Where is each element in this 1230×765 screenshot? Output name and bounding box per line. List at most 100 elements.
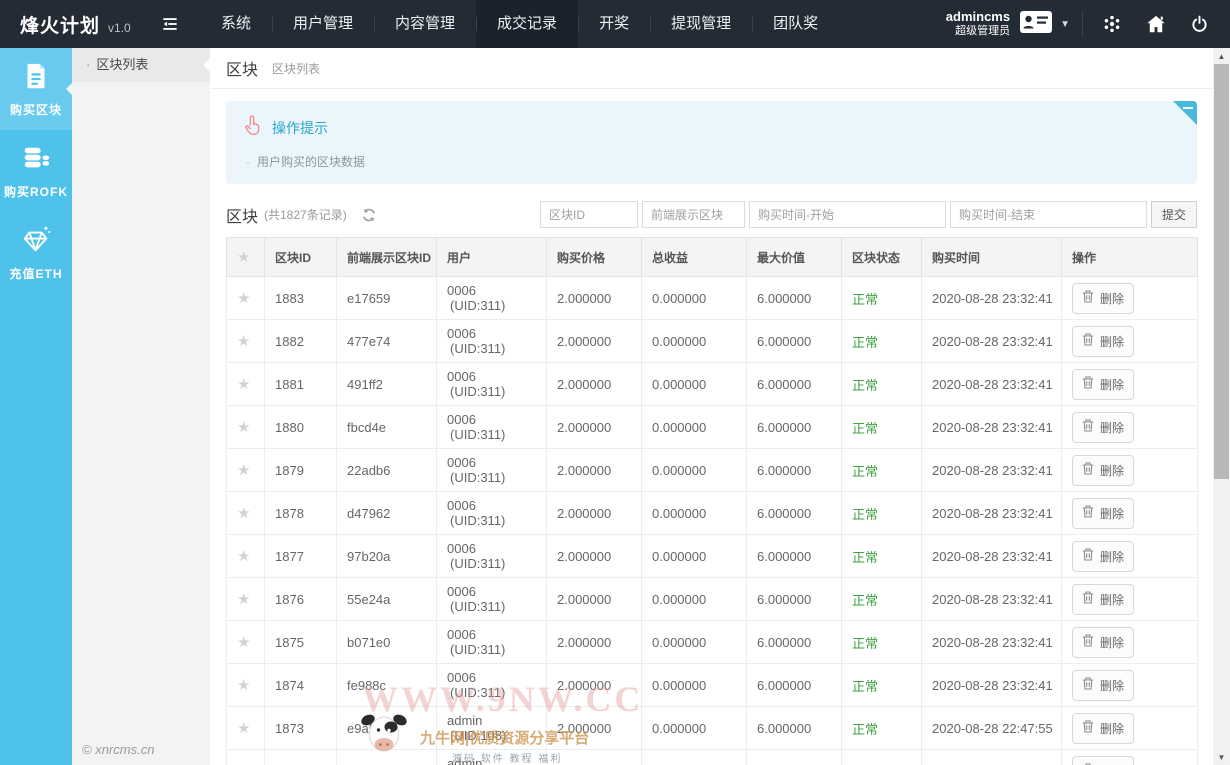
- cell-front-id: b071e0: [337, 621, 437, 664]
- menu-item[interactable]: 团队奖: [752, 0, 839, 48]
- delete-button[interactable]: 删除: [1072, 713, 1134, 744]
- delete-button[interactable]: 删除: [1072, 756, 1134, 765]
- sidebar-item-buy-rofk[interactable]: 购买ROFK: [0, 130, 72, 212]
- scroll-up-arrow[interactable]: ▲: [1213, 48, 1230, 64]
- favorite-star-icon[interactable]: ★: [237, 290, 250, 307]
- cell-uid: (UID:311): [447, 642, 536, 657]
- refresh-icon[interactable]: [361, 207, 377, 223]
- status-badge: 正常: [852, 378, 878, 393]
- cell-max-value: 6.000000: [747, 277, 842, 320]
- vertical-scrollbar[interactable]: ▲ ▼: [1213, 48, 1230, 765]
- cell-price: 2.000000: [547, 750, 642, 765]
- cell-block-id: 1878: [265, 492, 337, 535]
- scrollbar-thumb[interactable]: [1214, 64, 1229, 479]
- cell-price: 2.000000: [547, 664, 642, 707]
- menu-item[interactable]: 提现管理: [650, 0, 752, 48]
- delete-button[interactable]: 删除: [1072, 498, 1134, 529]
- collapse-menu-icon[interactable]: [160, 14, 180, 34]
- main-menu: 系统用户管理内容管理成交记录开奖提现管理团队奖: [200, 0, 839, 48]
- favorite-star-icon[interactable]: ★: [237, 376, 250, 393]
- favorite-star-icon[interactable]: ★: [237, 634, 250, 651]
- cell-income: 0.000000: [642, 363, 747, 406]
- breadcrumb-sub: 区块列表: [272, 60, 320, 77]
- submit-button[interactable]: 提交: [1151, 201, 1197, 228]
- cell-user: 0006: [447, 584, 536, 599]
- clear-cache-icon[interactable]: [1101, 13, 1123, 35]
- user-dropdown[interactable]: admincms 超级管理员 ▼: [946, 9, 1082, 40]
- cell-front-id: 34e53a: [337, 750, 437, 765]
- delete-button[interactable]: 删除: [1072, 584, 1134, 615]
- block-id-input[interactable]: [540, 201, 638, 228]
- menu-item[interactable]: 内容管理: [374, 0, 476, 48]
- cell-block-id: 1881: [265, 363, 337, 406]
- cell-income: 0.000000: [642, 492, 747, 535]
- sidebar-item-buy-block[interactable]: 购买区块: [0, 48, 72, 130]
- favorite-star-icon[interactable]: ★: [237, 677, 250, 694]
- collapse-corner-button[interactable]: [1173, 101, 1197, 125]
- cell-time: 2020-08-28 23:32:41: [922, 492, 1062, 535]
- status-badge: 正常: [852, 550, 878, 565]
- delete-button[interactable]: 删除: [1072, 412, 1134, 443]
- submenu-item-label: 区块列表: [96, 57, 148, 72]
- favorite-star-icon[interactable]: ★: [237, 419, 250, 436]
- submenu-item-block-list[interactable]: ·区块列表: [72, 48, 210, 82]
- menu-item[interactable]: 成交记录: [476, 0, 578, 48]
- cell-user: 0006: [447, 498, 536, 513]
- favorite-star-icon[interactable]: ★: [237, 720, 250, 737]
- cell-time: 2020-08-28 22:47:55: [922, 707, 1062, 750]
- cell-price: 2.000000: [547, 406, 642, 449]
- delete-button[interactable]: 删除: [1072, 627, 1134, 658]
- home-icon[interactable]: [1145, 13, 1167, 35]
- menu-item[interactable]: 开奖: [578, 0, 650, 48]
- time-end-input[interactable]: [950, 201, 1147, 228]
- favorite-star-icon[interactable]: ★: [237, 333, 250, 350]
- delete-button[interactable]: 删除: [1072, 541, 1134, 572]
- cell-block-id: 1872: [265, 750, 337, 765]
- delete-button[interactable]: 删除: [1072, 369, 1134, 400]
- trash-icon: [1082, 634, 1094, 650]
- favorite-star-icon[interactable]: ★: [237, 591, 250, 608]
- sidebar-item-recharge-eth[interactable]: 充值ETH: [0, 212, 72, 294]
- cell-max-value: 6.000000: [747, 664, 842, 707]
- star-header: ★: [227, 238, 265, 277]
- delete-button[interactable]: 删除: [1072, 670, 1134, 701]
- logout-power-icon[interactable]: [1189, 14, 1210, 35]
- section-title: 区块: [226, 203, 258, 227]
- database-icon: [21, 160, 51, 177]
- column-header: 操作: [1062, 238, 1198, 277]
- cell-income: 0.000000: [642, 535, 747, 578]
- secondary-sidebar: ·区块列表 © xnrcms.cn: [72, 48, 210, 765]
- scroll-down-arrow[interactable]: ▼: [1213, 749, 1230, 765]
- status-badge: 正常: [852, 464, 878, 479]
- user-name: admincms: [946, 9, 1010, 25]
- cell-income: 0.000000: [642, 320, 747, 363]
- favorite-star-icon[interactable]: ★: [237, 462, 250, 479]
- delete-button[interactable]: 删除: [1072, 455, 1134, 486]
- diamond-icon: [21, 242, 51, 259]
- column-header: 前端展示区块ID: [337, 238, 437, 277]
- delete-button[interactable]: 删除: [1072, 326, 1134, 357]
- cell-time: 2020-08-28 23:32:41: [922, 406, 1062, 449]
- cell-time: 2020-08-28 23:32:41: [922, 449, 1062, 492]
- table-row: ★ 1872 34e53a admin (UID:108) 2.000000 0…: [227, 750, 1198, 765]
- tip-line: ·用户购买的区块数据: [242, 153, 1181, 170]
- cell-income: 0.000000: [642, 277, 747, 320]
- favorite-star-icon[interactable]: ★: [237, 505, 250, 522]
- front-id-input[interactable]: [642, 201, 745, 228]
- menu-item[interactable]: 用户管理: [272, 0, 374, 48]
- cell-user: 0006: [447, 283, 536, 298]
- cell-front-id: d47962: [337, 492, 437, 535]
- time-start-input[interactable]: [749, 201, 946, 228]
- cell-front-id: 55e24a: [337, 578, 437, 621]
- cell-block-id: 1883: [265, 277, 337, 320]
- delete-button[interactable]: 删除: [1072, 283, 1134, 314]
- cell-time: 2020-08-28 22:47:55: [922, 750, 1062, 765]
- primary-sidebar: 购买区块 购买ROFK 充值ETH: [0, 48, 72, 765]
- cell-uid: (UID:311): [447, 341, 536, 356]
- table-row: ★ 1876 55e24a 0006 (UID:311) 2.000000 0.…: [227, 578, 1198, 621]
- cell-user: 0006: [447, 670, 536, 685]
- app-logo: 烽火计划 v1.0: [0, 11, 150, 38]
- favorite-star-icon[interactable]: ★: [237, 548, 250, 565]
- menu-item[interactable]: 系统: [200, 0, 272, 48]
- cell-max-value: 6.000000: [747, 320, 842, 363]
